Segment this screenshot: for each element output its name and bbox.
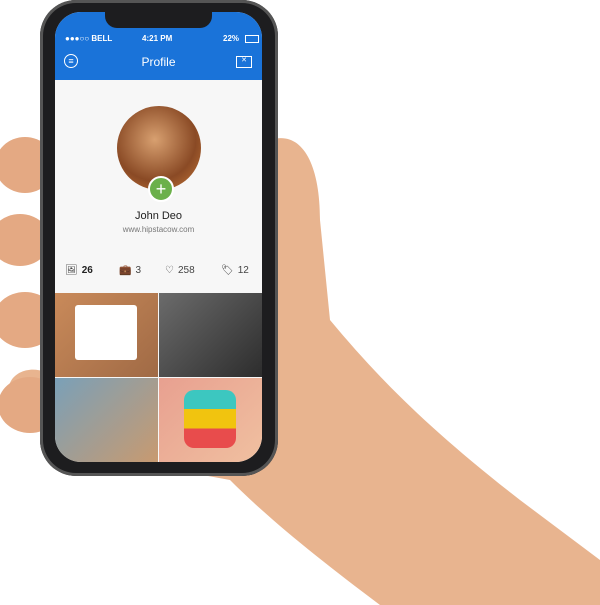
stat-tags[interactable]: 🏷 12 (221, 265, 249, 276)
gallery-item[interactable] (159, 378, 262, 462)
notch (105, 12, 212, 28)
battery: 22% (223, 34, 240, 43)
stat-photos[interactable]: 🖼 26 (65, 265, 93, 276)
add-button[interactable]: + (148, 176, 174, 202)
carrier: ●●●○○ BELL (65, 34, 113, 43)
image-icon: 🖼 (65, 265, 78, 276)
heart-icon: ♡ (165, 265, 174, 276)
briefcase-icon: 💼 (119, 265, 132, 276)
battery-icon (245, 35, 259, 43)
page-title: Profile (141, 55, 176, 69)
profile-name: John Deo (134, 210, 183, 222)
gallery-item[interactable] (55, 378, 158, 462)
lock-app-icon (184, 390, 236, 448)
profile-website[interactable]: www.hipstacow.com (55, 225, 262, 234)
stat-likes[interactable]: ♡ 258 (165, 265, 195, 276)
clock: 4:21 PM (142, 34, 173, 43)
phone-screen: ●●●○○ BELL 4:21 PM 22% ≡ Profile ✕ + Joh… (55, 12, 262, 462)
tag-icon: 🏷 (221, 265, 234, 276)
gallery-item[interactable] (55, 293, 158, 377)
mail-icon[interactable]: ✕ (236, 56, 252, 68)
app-screenshot (75, 305, 137, 360)
stat-projects[interactable]: 💼 3 (119, 265, 141, 276)
gallery-item[interactable] (159, 293, 262, 377)
